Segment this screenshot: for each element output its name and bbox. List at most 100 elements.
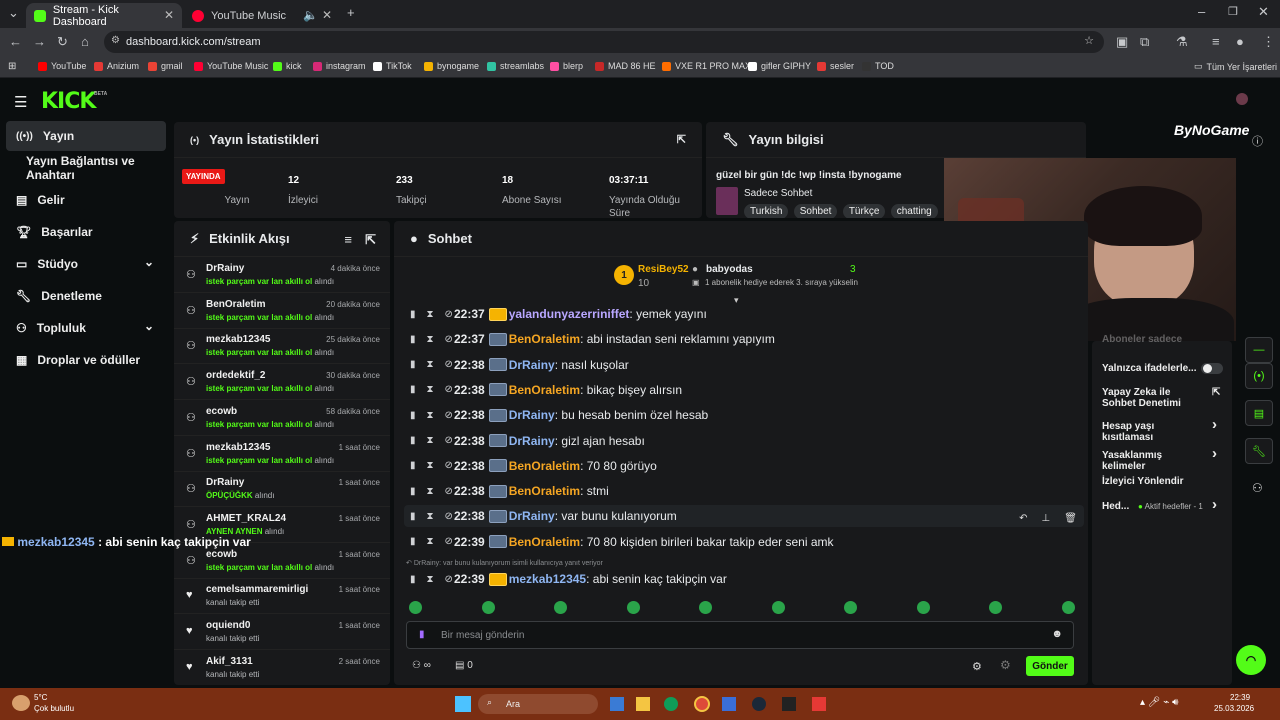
chat-input[interactable]: ▮ Bir mesaj gönderin ☻	[406, 621, 1074, 649]
ban-icon[interactable]: ⊘	[445, 486, 453, 497]
timeout-icon[interactable]: ⧗	[427, 574, 434, 585]
timeout-icon[interactable]: ⧗	[427, 410, 434, 421]
emote-icon[interactable]	[844, 601, 857, 614]
tab-youtube-music[interactable]: YouTube Music 🔈 ✕	[184, 3, 340, 28]
emote-icon[interactable]	[481, 601, 495, 614]
sidebar-item-basarilar[interactable]: 🏆︎ Başarılar	[6, 217, 166, 247]
trash-icon[interactable]: ▮	[410, 410, 416, 421]
timeout-icon[interactable]: ⧗	[427, 460, 434, 471]
activity-row[interactable]: ♥ Akif_3131 2 saat önce kanalı takip etti	[174, 650, 390, 685]
activity-username[interactable]: ordedektif_2	[206, 370, 265, 381]
ban-icon[interactable]: ⊘	[445, 574, 453, 585]
ban-icon[interactable]: ⊘	[445, 460, 453, 471]
activity-username[interactable]: Akif_3131	[206, 656, 253, 667]
chat-setting-item[interactable]: İzleyici Yönlendir	[1102, 476, 1198, 487]
chat-username[interactable]: DrRainy	[509, 408, 555, 422]
chat-message[interactable]: ▮ ⧗ ⊘ 22:38 DrRainy: var bunu kulanıyorum	[404, 505, 1084, 528]
activity-username[interactable]: AHMET_KRAL24	[206, 513, 286, 524]
activity-row[interactable]: ⚇ BenOraletim 20 dakika önce istek parçam v…	[174, 293, 390, 329]
activity-row[interactable]: ⚇ ecowb 58 dakika önce istek parçam var lan…	[174, 400, 390, 436]
url-input[interactable]: ⚙ dashboard.kick.com/stream ☆	[104, 31, 1104, 53]
ban-icon[interactable]: ⊘	[445, 511, 453, 522]
taskbar-search[interactable]: ⌕ Ara	[478, 694, 598, 714]
activity-row[interactable]: ♥ oquiend0 1 saat önce kanalı takip etti	[174, 614, 390, 650]
ban-icon[interactable]: ⊘	[445, 359, 453, 370]
trash-icon[interactable]: ▮	[410, 435, 416, 446]
activity-username[interactable]: DrRainy	[206, 263, 244, 274]
trash-icon[interactable]: ▮	[410, 486, 416, 497]
chrome-icon[interactable]	[694, 696, 710, 712]
timeout-icon[interactable]: ⧗	[427, 384, 434, 395]
emote-icon[interactable]	[626, 601, 640, 614]
chat-username[interactable]: DrRainy	[509, 509, 555, 523]
chat-message[interactable]: ▮ ⧗ ⊘ 22:38 BenOraletim: stmi	[404, 480, 1084, 502]
ban-icon[interactable]: ⊘	[445, 309, 453, 320]
sidebar-item-studyo[interactable]: ▭ Stüdyo ⌄	[6, 249, 166, 279]
kick-logo[interactable]: KICK	[41, 89, 96, 114]
bookmark-item[interactable]: YouTube	[38, 61, 86, 71]
trash-icon[interactable]: ▮	[410, 536, 416, 547]
chat-message[interactable]: ▮ ⧗ ⊘ 22:38 DrRainy: gizl ajan hesabı	[404, 430, 1084, 452]
emote-icon[interactable]	[771, 601, 785, 614]
emote-icon[interactable]	[916, 601, 930, 614]
emoji-icon[interactable]: ☻	[1051, 628, 1063, 640]
menu-icon[interactable]: ⋮	[1262, 35, 1275, 49]
trash-icon[interactable]: ▮	[410, 384, 416, 395]
chat-setting-item[interactable]: Hesap yaşı kısıtlaması ›	[1102, 417, 1217, 443]
emote-icon[interactable]	[554, 601, 567, 614]
trash-icon[interactable]: ▮	[410, 359, 416, 370]
emote-only-toggle[interactable]	[1201, 363, 1223, 374]
activity-row[interactable]: ⚇ mezkab12345 1 saat önce istek parçam var …	[174, 436, 390, 472]
broadcast-button[interactable]: (•)	[1245, 363, 1273, 389]
bookmark-star-icon[interactable]: ☆	[1084, 34, 1094, 47]
chat-username[interactable]: yalandunyazerriniffet	[509, 307, 630, 321]
user-avatar[interactable]	[1236, 93, 1248, 105]
activity-username[interactable]: mezkab12345	[206, 442, 271, 453]
support-headset-icon[interactable]: ◠	[1236, 645, 1266, 675]
ban-icon[interactable]: ⊘	[445, 435, 453, 446]
chat-username[interactable]: BenOraletim	[509, 459, 580, 473]
chat-username[interactable]: mezkab12345	[509, 572, 586, 586]
pin-icon[interactable]: ⊥	[1041, 513, 1050, 524]
sidebar-item-droplar[interactable]: ▦ Droplar ve ödüller	[6, 345, 166, 375]
bookmark-item[interactable]: streamlabs	[487, 61, 544, 71]
chat-setting-item[interactable]: Yalnızca ifadelerle...	[1102, 363, 1198, 374]
timeout-icon[interactable]: ⧗	[427, 435, 434, 446]
bookmark-item[interactable]: VXE R1 PRO MAX	[662, 61, 751, 71]
bookmark-item[interactable]: TikTok	[373, 61, 412, 71]
activity-username[interactable]: ecowb	[206, 406, 237, 417]
task-view-icon[interactable]	[610, 697, 624, 711]
sidebar-item-gelir[interactable]: ▤ Gelir	[6, 185, 166, 215]
extension-icon[interactable]: ▣	[1116, 35, 1128, 49]
timeout-icon[interactable]: ⧗	[427, 536, 434, 547]
tab-kick-dashboard[interactable]: Stream - Kick Dashboard ✕	[26, 3, 182, 28]
chat-username[interactable]: BenOraletim	[509, 484, 580, 498]
minimize-icon[interactable]: –	[1198, 5, 1205, 19]
category-name[interactable]: Sadece Sohbet	[744, 188, 812, 199]
all-bookmarks[interactable]: ▭ Tüm Yer İşaretleri	[1194, 61, 1277, 72]
speaker-icon[interactable]: 🔈	[303, 8, 318, 22]
emote-icon[interactable]	[989, 601, 1002, 614]
app-icon[interactable]	[722, 697, 736, 711]
windows-start-icon[interactable]	[455, 696, 471, 712]
send-button[interactable]: Gönder	[1026, 656, 1074, 676]
chat-username[interactable]: BenOraletim	[509, 332, 580, 346]
reload-icon[interactable]: ↻	[57, 35, 68, 49]
home-icon[interactable]: ⌂	[81, 35, 89, 49]
trash-icon[interactable]: ▮	[410, 460, 416, 471]
close-window-icon[interactable]: ✕	[1258, 5, 1269, 19]
timeout-icon[interactable]: ⧗	[427, 334, 434, 345]
ban-icon[interactable]: ⊘	[445, 410, 453, 421]
community-icon[interactable]: ⚇	[1252, 481, 1263, 495]
bookmark-item[interactable]: TOD	[862, 61, 894, 71]
chat-message[interactable]: ▮ ⧗ ⊘ 22:38 DrRainy: nasıl kuşolar	[404, 354, 1084, 376]
steam-icon[interactable]	[752, 697, 766, 711]
tag[interactable]: Sohbet	[793, 204, 838, 218]
storage-button[interactable]: ▤	[1245, 400, 1273, 426]
profile-avatar-icon[interactable]: ●	[1236, 35, 1244, 49]
wrench-button[interactable]: 🔧︎	[1245, 438, 1273, 464]
tab-search-icon[interactable]: ⌄	[8, 6, 19, 20]
trash-icon[interactable]: ▮	[410, 511, 416, 522]
file-explorer-icon[interactable]	[636, 697, 650, 711]
ban-icon[interactable]: ⊘	[445, 384, 453, 395]
